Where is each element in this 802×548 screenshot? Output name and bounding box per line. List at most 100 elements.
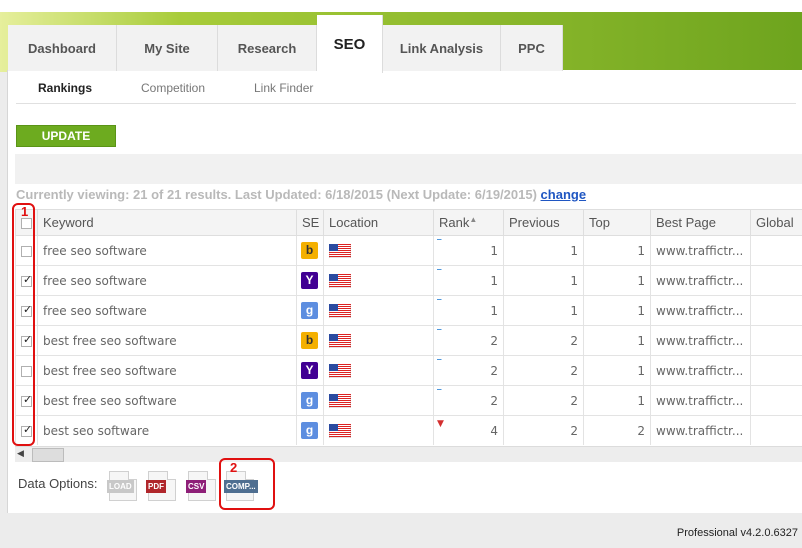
location-cell — [323, 265, 434, 296]
bing-icon: b — [301, 332, 318, 349]
scroll-thumb[interactable] — [32, 448, 64, 462]
rank-unchanged-icon: ‾ — [437, 239, 442, 249]
top-cell: 1 — [583, 325, 651, 356]
best-page-cell[interactable]: www.traffictr... — [650, 355, 751, 386]
rank-unchanged-icon: ‾ — [437, 269, 442, 279]
annotation-box-compare — [219, 458, 275, 510]
global-cell — [750, 415, 802, 445]
subtab-rankings[interactable]: Rankings — [38, 81, 92, 95]
top-cell: 2 — [583, 415, 651, 445]
previous-cell: 2 — [503, 355, 584, 386]
export-label: CSV — [186, 480, 207, 493]
tab-ppc[interactable]: PPC — [501, 25, 563, 71]
rank-value: 1 — [490, 273, 498, 288]
rank-value: 1 — [490, 243, 498, 258]
load-export-icon[interactable]: LOAD — [107, 471, 137, 501]
location-cell — [323, 325, 434, 356]
table-row[interactable]: best free seo software Y ‾ 2 2 1 www.traffictr… — [15, 355, 802, 386]
previous-cell: 1 — [503, 235, 584, 266]
top-cell: 1 — [583, 385, 651, 416]
global-cell — [750, 265, 802, 296]
column-header-location[interactable]: Location — [323, 209, 434, 236]
us-flag-icon — [329, 423, 351, 438]
best-page-cell[interactable]: www.traffictr... — [650, 265, 751, 296]
tab-dashboard[interactable]: Dashboard — [8, 25, 117, 71]
rank-cell: ‾ 1 — [433, 265, 504, 296]
annotation-number-2: 2 — [230, 460, 238, 475]
toolbar-band — [15, 154, 802, 184]
us-flag-icon — [329, 273, 351, 288]
top-cell: 1 — [583, 355, 651, 386]
top-cell: 1 — [583, 295, 651, 326]
best-page-cell[interactable]: www.traffictr... — [650, 295, 751, 326]
global-cell — [750, 295, 802, 326]
horizontal-scrollbar[interactable]: ◀ — [15, 446, 802, 462]
version-text: Professional v4.2.0.6327 — [676, 527, 798, 539]
table-row[interactable]: best seo softwareg▼422www.traffictr... — [15, 415, 802, 445]
best-page-cell[interactable]: www.traffictr... — [650, 235, 751, 266]
keyword-cell: best free seo software — [37, 385, 297, 416]
table-row[interactable]: best free seo softwareb‾221www.traffictr… — [15, 325, 802, 356]
location-cell — [323, 235, 434, 266]
keyword-cell: free seo software — [37, 295, 297, 326]
best-page-cell[interactable]: www.traffictr... — [650, 385, 751, 416]
column-header-keyword[interactable]: Keyword — [37, 209, 297, 236]
column-header-global[interactable]: Global — [750, 209, 802, 236]
rank-unchanged-icon: ‾ — [437, 389, 442, 399]
data-options-label: Data Options: — [18, 476, 98, 491]
top-cell: 1 — [583, 235, 651, 266]
column-header-best-page[interactable]: Best Page — [650, 209, 751, 236]
location-cell — [323, 295, 434, 326]
table-row[interactable]: free seo softwareg‾111www.traffictr... — [15, 295, 802, 326]
subtab-competition[interactable]: Competition — [141, 81, 205, 95]
us-flag-icon — [329, 243, 351, 258]
table-row[interactable]: free seo software b ‾ 1 1 1 www.traffictr... — [15, 235, 802, 266]
column-header-se[interactable]: SE — [296, 209, 324, 236]
pdf-export-icon[interactable]: PDF — [146, 471, 176, 501]
column-header-rank[interactable]: Rank▲ — [433, 209, 504, 236]
update-button[interactable]: UPDATE — [16, 125, 116, 147]
rank-unchanged-icon: ‾ — [437, 359, 442, 369]
rank-unchanged-icon: ‾ — [437, 299, 442, 309]
keyword-cell: free seo software — [37, 265, 297, 296]
se-cell: g — [296, 295, 324, 326]
previous-cell: 1 — [503, 295, 584, 326]
rank-cell: ‾ 1 — [433, 235, 504, 266]
top-cell: 1 — [583, 265, 651, 296]
annotation-box-checkboxes — [12, 203, 35, 446]
rank-cell: ▼ 4 — [433, 415, 504, 445]
us-flag-icon — [329, 333, 351, 348]
rank-cell: ‾ 2 — [433, 385, 504, 416]
best-page-cell[interactable]: www.traffictr... — [650, 415, 751, 445]
rankings-table: Keyword SE Location Rank▲ Previous Top B… — [15, 209, 802, 445]
previous-cell: 2 — [503, 325, 584, 356]
best-page-cell[interactable]: www.traffictr... — [650, 325, 751, 356]
google-icon: g — [301, 422, 318, 439]
tab-link-analysis[interactable]: Link Analysis — [383, 25, 501, 71]
google-icon: g — [301, 302, 318, 319]
tab-seo[interactable]: SEO — [317, 15, 383, 73]
rank-cell: ‾ 1 — [433, 295, 504, 326]
tab-research[interactable]: Research — [218, 25, 317, 71]
rank-value: 4 — [490, 423, 498, 438]
csv-export-icon[interactable]: CSV — [186, 471, 216, 501]
previous-cell: 1 — [503, 265, 584, 296]
export-label: LOAD — [107, 480, 134, 493]
global-cell — [750, 325, 802, 356]
column-header-top[interactable]: Top — [583, 209, 651, 236]
column-header-previous[interactable]: Previous — [503, 209, 584, 236]
global-cell — [750, 385, 802, 416]
change-link[interactable]: change — [541, 187, 587, 202]
previous-cell: 2 — [503, 385, 584, 416]
top-strip — [0, 0, 802, 12]
rank-value: 2 — [490, 393, 498, 408]
subtab-link-finder[interactable]: Link Finder — [254, 81, 313, 95]
se-cell: Y — [296, 355, 324, 386]
export-label: PDF — [146, 480, 166, 493]
table-row[interactable]: free seo softwareY‾111www.traffictr... — [15, 265, 802, 296]
tab-my-site[interactable]: My Site — [117, 25, 218, 71]
table-row[interactable]: best free seo softwareg‾221www.traffictr… — [15, 385, 802, 416]
status-text: Currently viewing: 21 of 21 results. Las… — [16, 187, 537, 202]
scroll-left-icon[interactable]: ◀ — [17, 449, 24, 459]
se-cell: Y — [296, 265, 324, 296]
